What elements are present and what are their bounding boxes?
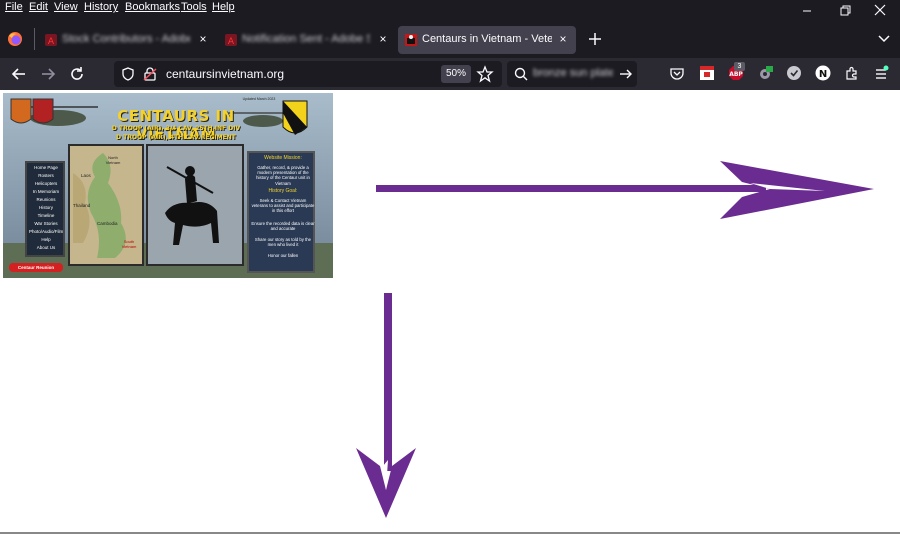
pocket-icon[interactable] [669,65,685,81]
banner-menu-home[interactable]: Home Page [29,165,63,171]
banner-menu-photo-audio-film[interactable]: Photo/Audio/Film [29,229,63,235]
calendar-extension-icon[interactable] [699,65,715,81]
navigation-toolbar: centaursinvietnam.org 50% bronze sun pla… [0,58,900,90]
map-label-thailand: Thailand [73,203,91,208]
right-arrow-annotation [376,161,874,219]
tab-title: Centaurs in Vietnam - Veterans [422,33,552,45]
menu-edit[interactable]: Edit [29,1,48,13]
banner-menu-war-stories[interactable]: War Stories [29,221,63,227]
history-goal-title: History Goal: [268,188,298,194]
adblock-badge: 3 [734,62,745,71]
back-arrow-icon[interactable] [9,64,29,84]
banner-menu-helicopters[interactable]: Helicopters [29,181,63,187]
search-bar[interactable]: bronze sun plate [507,61,637,87]
close-tab-icon[interactable]: × [376,32,390,46]
banner-subtitle-1: D TROOP (AIR), 3/4 CAV, 25TH INF DIV [111,125,241,132]
adobe-icon: A [224,33,238,47]
banner-menu-about-us[interactable]: About Us [29,245,63,251]
tab-title: Notification Sent - Adobe Support [242,33,370,45]
menu-view[interactable]: View [54,1,78,13]
down-arrow-annotation [356,293,416,518]
close-tab-icon[interactable]: × [196,32,210,46]
history-goal-line-4: Honor our fallen [267,253,299,258]
map-label-cambodia: Cambodia [97,221,118,226]
centaurs-banner: CENTAURS IN VIETNAM D TROOP (AIR), 3/4 C… [3,93,333,278]
menu-file[interactable]: File [5,1,23,13]
centaur-reunion-button[interactable]: Centaur Reunion [9,263,63,272]
banner-menu: Home Page Rosters Helicopters In Memoria… [25,161,65,257]
map-label-north-vietnam: North Vietnam [105,155,121,165]
tab-strip: A Stock Contributors - Adobe Stock × A N… [0,22,900,56]
centaurs-favicon-icon [404,33,418,47]
search-go-arrow-icon[interactable] [618,66,634,82]
tab-stock-contributors[interactable]: A Stock Contributors - Adobe Stock × [38,26,214,54]
browser-chrome: File Edit View History Bookmarks Tools H… [0,0,900,90]
tab-title: Stock Contributors - Adobe Stock [62,33,190,45]
banner-menu-help[interactable]: Help [29,237,63,243]
mission-title: Website Mission: [264,155,302,161]
bookmark-star-icon[interactable] [476,65,494,83]
mission-panel: Website Mission: Gather, record, & provi… [247,151,315,273]
search-text: bronze sun plate [533,67,613,79]
map-label-south-vietnam: South Vietnam [121,239,137,249]
tab-separator [34,28,35,50]
shield-icon[interactable] [120,66,136,82]
banner-menu-timeline[interactable]: Timeline [29,213,63,219]
menu-help[interactable]: Help [212,1,235,13]
tab-centaurs-in-vietnam[interactable]: Centaurs in Vietnam - Veterans × [398,26,576,54]
menu-bar: File Edit View History Bookmarks Tools H… [0,0,900,18]
menu-bookmarks[interactable]: Bookmarks [125,1,180,13]
close-tab-icon[interactable]: × [556,32,570,46]
restore-icon[interactable] [835,2,855,18]
banner-subtitle-2: D TROOP (AIR), 4TH CAV REGIMENT [116,134,236,141]
menu-tools[interactable]: Tools [181,1,207,13]
zoom-level-button[interactable]: 50% [441,65,471,83]
page-content: CENTAURS IN VIETNAM D TROOP (AIR), 3/4 C… [0,90,900,534]
banner-menu-in-memoriam[interactable]: In Memoriam [29,189,63,195]
list-all-tabs-icon[interactable] [876,32,892,46]
close-window-icon[interactable] [870,2,890,18]
reload-icon[interactable] [67,64,87,84]
banner-menu-reunions[interactable]: Reunions [29,197,63,203]
extensions-puzzle-icon[interactable] [844,65,860,81]
adobe-icon: A [44,33,58,47]
new-tab-icon[interactable] [586,30,604,48]
history-goal-line-3: Share our story as told by the men who l… [254,237,312,248]
history-goal-line-1: Seek & Contact Vietnam veterans to assis… [251,198,315,214]
menu-history[interactable]: History [84,1,118,13]
map-label-laos: Laos [81,173,91,178]
tab-notification-sent[interactable]: A Notification Sent - Adobe Support × [218,26,394,54]
check-extension-icon[interactable] [786,65,802,81]
url-bar[interactable]: centaursinvietnam.org 50% [114,61,502,87]
mission-text: Gather, record, & provide a modern prese… [256,165,310,186]
svg-text:N: N [819,69,827,80]
history-goal-line-2: Ensure the recorded data is clear and ac… [251,221,315,232]
insecure-lock-icon[interactable] [142,66,158,82]
firefox-view-icon[interactable] [6,30,24,48]
banner-menu-history[interactable]: History [29,205,63,211]
url-text: centaursinvietnam.org [166,67,285,81]
forward-arrow-icon[interactable] [38,64,58,84]
svg-text:ABP: ABP [729,71,743,78]
svg-text:A: A [228,37,235,47]
app-menu-icon[interactable] [873,65,889,81]
banner-menu-rosters[interactable]: Rosters [29,173,63,179]
banner-update-note: Updated March 2023 [242,97,276,101]
search-icon [513,66,529,82]
svg-text:A: A [48,37,55,47]
minimize-icon[interactable] [797,2,817,18]
n-extension-icon[interactable]: N [815,65,831,81]
gear-extension-icon[interactable] [757,65,773,81]
